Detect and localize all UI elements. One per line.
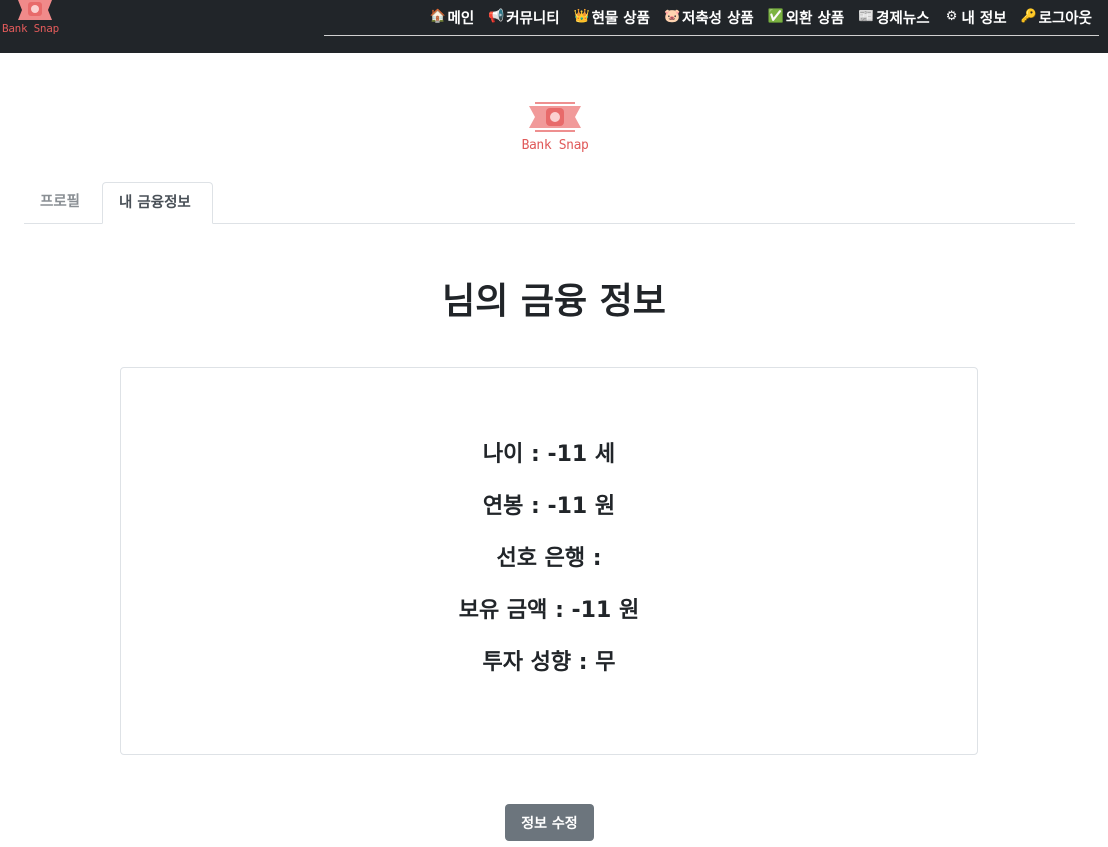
edit-info-button[interactable]: 정보 수정 — [505, 804, 594, 841]
nav-item-label: 커뮤니티 — [506, 10, 560, 27]
check-icon: ✅ — [767, 9, 784, 24]
finance-info-card: 나이 : -11 세 연봉 : -11 원 선호 은행 : 보유 금액 : -1… — [120, 367, 978, 755]
nav-item-label: 로그아웃 — [1038, 10, 1092, 27]
tab-profile[interactable]: 프로필 — [24, 182, 96, 223]
nav-item-label: 경제뉴스 — [876, 10, 930, 27]
newspaper-icon: 📰 — [858, 9, 875, 24]
tab-my-finance[interactable]: 내 금융정보 — [102, 182, 213, 224]
nav-item-label: 저축성 상품 — [682, 10, 754, 27]
nav-item-forex-products[interactable]: ✅ 외환 상품 — [761, 7, 851, 28]
center-logo-text: Bank Snap — [521, 138, 589, 153]
crown-icon: 👑 — [573, 9, 590, 24]
nav-item-spot-products[interactable]: 👑 현물 상품 — [567, 7, 657, 28]
nav-divider — [324, 35, 1099, 36]
top-navbar: Bank Snap 🏠 메인 📢 커뮤니티 👑 현물 상품 🐷 저축성 상품 ✅… — [0, 0, 1108, 53]
tab-bar: 프로필 내 금융정보 — [24, 182, 1075, 224]
page-title: 님의 금융 정보 — [442, 281, 666, 322]
nav-item-main[interactable]: 🏠 메인 — [423, 7, 482, 28]
logo-icon — [18, 0, 52, 20]
logo-icon — [529, 102, 581, 132]
salary-info: 연봉 : -11 원 — [482, 494, 616, 519]
age-info: 나이 : -11 세 — [482, 442, 616, 467]
investment-style-info: 투자 성향 : 무 — [482, 650, 616, 675]
gear-icon: ⚙ — [945, 9, 958, 24]
key-icon: 🔑 — [1020, 9, 1037, 24]
house-icon: 🏠 — [429, 9, 446, 24]
nav-item-label: 내 정보 — [961, 10, 1007, 27]
nav-item-community[interactable]: 📢 커뮤니티 — [481, 7, 566, 28]
brand-logo[interactable]: Bank Snap — [2, 0, 68, 40]
megaphone-icon: 📢 — [488, 9, 505, 24]
brand-logo-text: Bank Snap — [2, 22, 59, 35]
nav-item-savings-products[interactable]: 🐷 저축성 상품 — [657, 7, 761, 28]
balance-info: 보유 금액 : -11 원 — [458, 598, 640, 623]
nav-item-label: 메인 — [447, 10, 475, 27]
nav-item-my-info[interactable]: ⚙ 내 정보 — [937, 7, 1014, 28]
preferred-bank-info: 선호 은행 : — [496, 546, 602, 571]
nav-item-label: 현물 상품 — [591, 10, 650, 27]
nav-item-label: 외환 상품 — [785, 10, 845, 27]
nav-item-logout[interactable]: 🔑 로그아웃 — [1014, 7, 1099, 28]
nav-menu: 🏠 메인 📢 커뮤니티 👑 현물 상품 🐷 저축성 상품 ✅ 외환 상품 📰 경… — [423, 6, 1099, 28]
nav-item-economic-news[interactable]: 📰 경제뉴스 — [851, 7, 936, 28]
pig-icon: 🐷 — [664, 9, 681, 24]
center-logo: Bank Snap — [505, 100, 605, 160]
